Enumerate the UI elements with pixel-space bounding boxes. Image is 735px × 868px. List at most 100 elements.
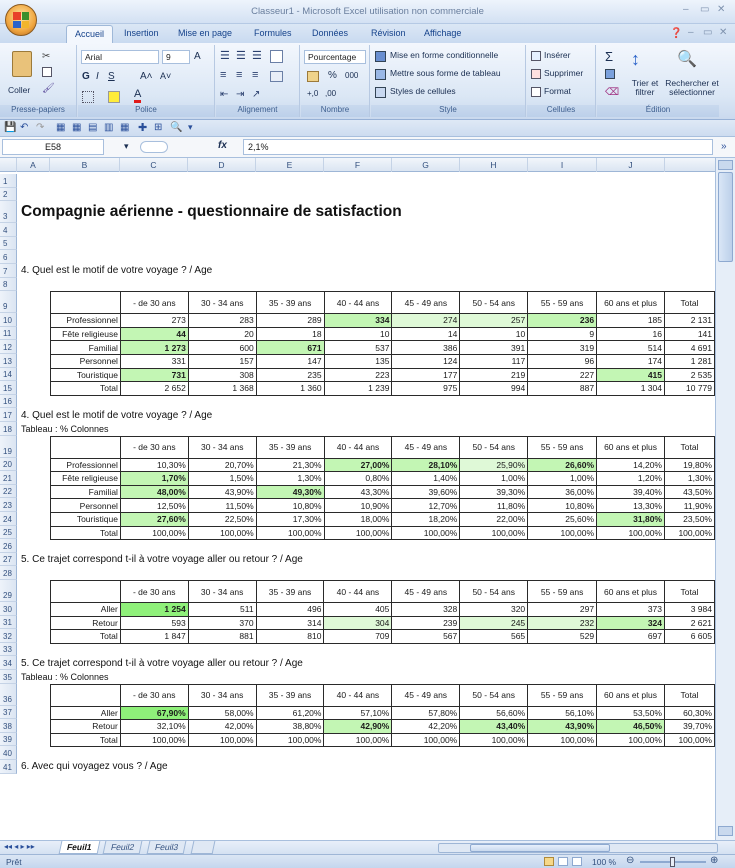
data-cell[interactable]: 16 [596, 326, 665, 342]
data-cell[interactable]: 235 [255, 367, 325, 383]
data-cell[interactable]: 227 [527, 367, 598, 383]
data-cell[interactable]: 0,80% [323, 471, 393, 486]
data-cell[interactable]: 100,00% [663, 732, 715, 748]
column-label[interactable]: 40 - 44 ans [323, 291, 393, 315]
format-as-table-button[interactable]: Mettre sous forme de tableau [390, 68, 501, 78]
data-cell[interactable]: 42,20% [391, 719, 461, 734]
row-label[interactable]: Personnel [50, 353, 121, 369]
column-label[interactable]: 30 - 34 ans [187, 435, 257, 459]
data-cell[interactable]: 320 [459, 602, 529, 617]
help-icon[interactable]: ❓ [670, 28, 682, 39]
data-cell[interactable]: 53,50% [596, 705, 665, 721]
column-label[interactable]: 55 - 59 ans [527, 683, 598, 707]
column-label[interactable]: 30 - 34 ans [187, 580, 257, 603]
data-cell[interactable]: 529 [527, 629, 598, 644]
increase-decimal-icon[interactable]: +,0 [307, 89, 318, 98]
tab-formules[interactable]: Formules [254, 28, 292, 38]
data-cell[interactable]: 1,30% [664, 471, 715, 486]
row-header-15[interactable]: 15 [0, 381, 17, 395]
data-cell[interactable]: 100,00% [119, 525, 189, 541]
data-cell[interactable]: 697 [596, 629, 665, 644]
data-cell[interactable]: 58,00% [187, 705, 257, 721]
column-label[interactable]: 60 ans et plus [596, 683, 665, 707]
data-cell[interactable]: 185 [596, 313, 665, 328]
column-label[interactable]: Total [664, 291, 715, 315]
data-cell[interactable]: 567 [391, 629, 461, 644]
percent-button[interactable]: % [328, 70, 337, 81]
data-cell[interactable]: 994 [459, 381, 529, 396]
data-cell[interactable]: 32,10% [119, 719, 189, 734]
data-cell[interactable]: 331 [119, 353, 189, 369]
data-cell[interactable]: 147 [255, 353, 325, 369]
column-header-b[interactable]: B [50, 158, 120, 172]
data-cell[interactable]: 881 [187, 629, 257, 644]
data-cell[interactable]: 39,60% [391, 484, 461, 500]
data-cell[interactable]: 405 [323, 602, 393, 617]
data-cell[interactable]: 117 [459, 353, 529, 369]
cell-styles-button[interactable]: Styles de cellules [390, 86, 456, 96]
data-cell[interactable]: 174 [596, 353, 665, 369]
row-header-22[interactable]: 22 [0, 484, 17, 499]
column-label[interactable]: Total [663, 683, 715, 707]
data-cell[interactable]: 100,00% [323, 732, 393, 748]
border-plus-icon[interactable]: ✚ [138, 121, 147, 134]
underline-icon[interactable]: S [108, 71, 115, 82]
font-size-select[interactable]: 9 [162, 50, 190, 64]
data-cell[interactable]: 12,50% [119, 498, 189, 513]
row-header-6[interactable]: 6 [0, 250, 17, 264]
row-header-38[interactable]: 38 [0, 719, 17, 733]
zoom-slider-thumb[interactable] [670, 857, 675, 867]
data-cell[interactable]: 10,90% [323, 498, 393, 513]
page-layout-view-icon[interactable] [558, 857, 568, 866]
data-cell[interactable]: 18 [255, 326, 325, 342]
data-cell[interactable]: 324 [596, 615, 665, 631]
tab-accueil[interactable]: Accueil [66, 25, 114, 43]
ribbon-minimize-icon[interactable]: – [688, 27, 694, 38]
data-cell[interactable]: 42,90% [323, 719, 393, 734]
paste-button[interactable]: Coller [8, 85, 30, 95]
data-cell[interactable]: 304 [323, 615, 393, 631]
data-cell[interactable]: 100,00% [527, 732, 598, 748]
grid-icon-3[interactable]: ▥ [104, 122, 113, 133]
tab-affichage[interactable]: Affichage [424, 28, 461, 38]
column-header-d[interactable]: D [188, 158, 256, 172]
data-cell[interactable]: 887 [527, 381, 598, 396]
data-cell[interactable]: 496 [255, 602, 325, 617]
data-cell[interactable]: 1,20% [596, 471, 665, 486]
row-header-34[interactable]: 34 [0, 656, 17, 670]
column-label[interactable]: 40 - 44 ans [323, 683, 393, 707]
data-cell[interactable]: 328 [391, 602, 461, 617]
sheet-tab-feuil2[interactable]: Feuil2 [102, 841, 143, 854]
format-button[interactable]: Format [544, 86, 571, 96]
data-cell[interactable]: 57,10% [323, 705, 393, 721]
column-label[interactable]: - de 30 ans [119, 291, 189, 315]
grid-icon[interactable]: ▦ [72, 122, 81, 133]
row-label[interactable]: Retour [50, 615, 121, 631]
data-cell[interactable]: 219 [459, 367, 529, 383]
grow-font-size-icon[interactable]: A˄ [140, 71, 153, 82]
data-cell[interactable]: 28,10% [391, 457, 461, 473]
data-cell[interactable]: 20 [187, 326, 257, 342]
row-label[interactable]: Touristique [50, 511, 121, 527]
thousands-button[interactable]: 000 [345, 71, 358, 80]
row-header-26[interactable]: 26 [0, 539, 17, 553]
delete-button[interactable]: Supprimer [544, 68, 583, 78]
column-label[interactable]: 55 - 59 ans [527, 580, 598, 603]
data-cell[interactable]: 593 [119, 615, 189, 631]
conditional-format-button[interactable]: Mise en forme conditionnelle [390, 50, 498, 60]
data-cell[interactable]: 22,50% [187, 511, 257, 527]
table-corner-cell[interactable] [50, 435, 121, 459]
data-cell[interactable]: 46,50% [596, 719, 665, 734]
data-cell[interactable]: 18,00% [323, 511, 393, 527]
ribbon-restore-icon[interactable]: ▭ [703, 27, 712, 38]
row-label[interactable]: Professionnel [50, 313, 121, 328]
data-cell[interactable]: 1 360 [255, 381, 325, 396]
redo-icon[interactable]: ↷ [36, 122, 44, 133]
data-cell[interactable]: 11,50% [187, 498, 257, 513]
data-cell[interactable]: 100,00% [664, 525, 715, 541]
data-cell[interactable]: 1,50% [187, 471, 257, 486]
column-label[interactable]: - de 30 ans [119, 683, 189, 707]
column-label[interactable]: Total [664, 435, 715, 459]
close-icon[interactable]: ✕ [717, 4, 725, 15]
column-label[interactable]: - de 30 ans [119, 580, 189, 603]
